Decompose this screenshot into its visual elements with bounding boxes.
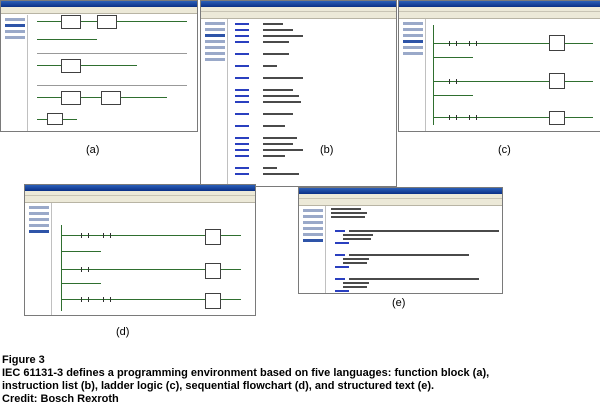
project-tree bbox=[201, 19, 228, 186]
screenshot-function-block bbox=[0, 0, 198, 132]
project-tree bbox=[399, 19, 426, 131]
panel-a-label: (a) bbox=[86, 144, 100, 156]
window-toolbar bbox=[1, 7, 197, 14]
caption-credit: Credit: Bosch Rexroth bbox=[2, 393, 119, 405]
caption-line-2: instruction list (b), ladder logic (c), … bbox=[2, 380, 435, 392]
figure-number: Figure 3 bbox=[2, 354, 45, 366]
panel-b-label: (b) bbox=[320, 144, 334, 156]
window-toolbar bbox=[299, 199, 502, 206]
window-toolbar bbox=[399, 12, 600, 19]
window-toolbar bbox=[25, 196, 255, 203]
project-tree bbox=[25, 203, 52, 315]
caption-line-1: IEC 61131-3 defines a programming enviro… bbox=[2, 367, 490, 379]
panel-e-label: (e) bbox=[392, 297, 406, 309]
window-toolbar bbox=[201, 12, 396, 19]
project-tree bbox=[1, 15, 28, 131]
screenshot-sequential-flowchart bbox=[24, 184, 256, 316]
project-tree bbox=[299, 206, 326, 293]
panel-c-label: (c) bbox=[498, 144, 511, 156]
screenshot-structured-text bbox=[298, 187, 503, 294]
screenshot-instruction-list bbox=[200, 0, 397, 187]
screenshot-ladder-logic bbox=[398, 0, 600, 132]
figure-caption: Figure 3 IEC 61131-3 defines a programmi… bbox=[2, 354, 489, 406]
panel-d-label: (d) bbox=[116, 326, 130, 338]
